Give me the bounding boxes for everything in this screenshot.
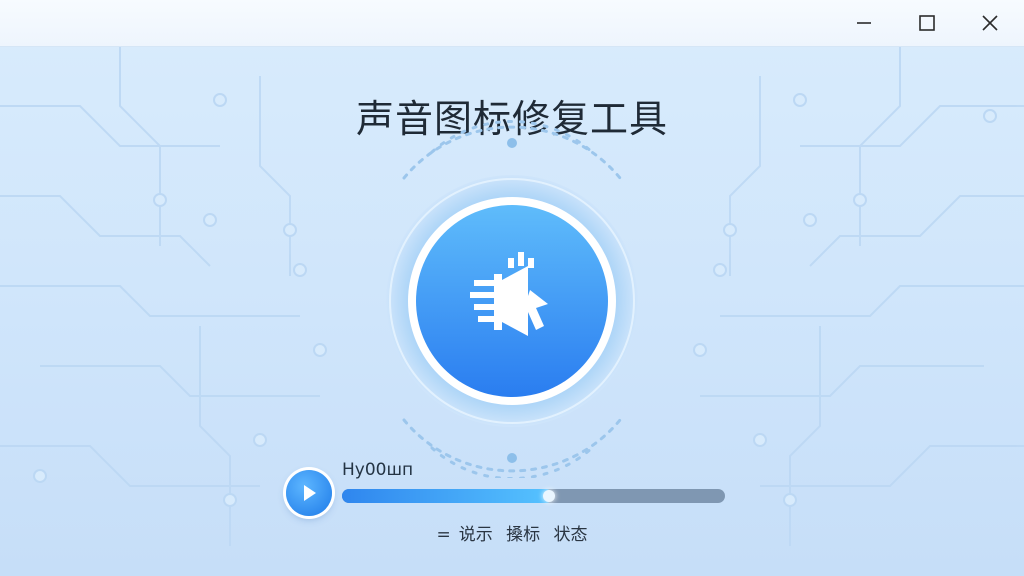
minimize-button[interactable] — [834, 0, 894, 46]
minimize-icon — [857, 22, 871, 24]
maximize-button[interactable] — [897, 0, 957, 46]
progress-knob[interactable] — [542, 490, 555, 502]
repair-button[interactable] — [352, 118, 672, 478]
close-button[interactable] — [960, 0, 1020, 46]
play-button[interactable] — [286, 470, 332, 516]
app-window: 声音图标修复工具 Hy00шп = 说示 搡标 状态 — [0, 0, 1024, 576]
status-word: 搡标 — [506, 525, 541, 545]
track-label: Hy00шп — [342, 460, 414, 480]
maximize-icon — [919, 15, 935, 31]
status-word: 说示 — [458, 525, 493, 545]
title-bar — [0, 0, 1024, 47]
status-word: 状态 — [553, 525, 588, 545]
progress-bar[interactable] — [342, 489, 725, 503]
close-icon — [982, 15, 998, 31]
progress-fill — [342, 489, 553, 503]
status-prefix: = — [436, 525, 451, 545]
play-icon — [304, 485, 316, 501]
status-line: = 说示 搡标 状态 — [0, 520, 1024, 545]
